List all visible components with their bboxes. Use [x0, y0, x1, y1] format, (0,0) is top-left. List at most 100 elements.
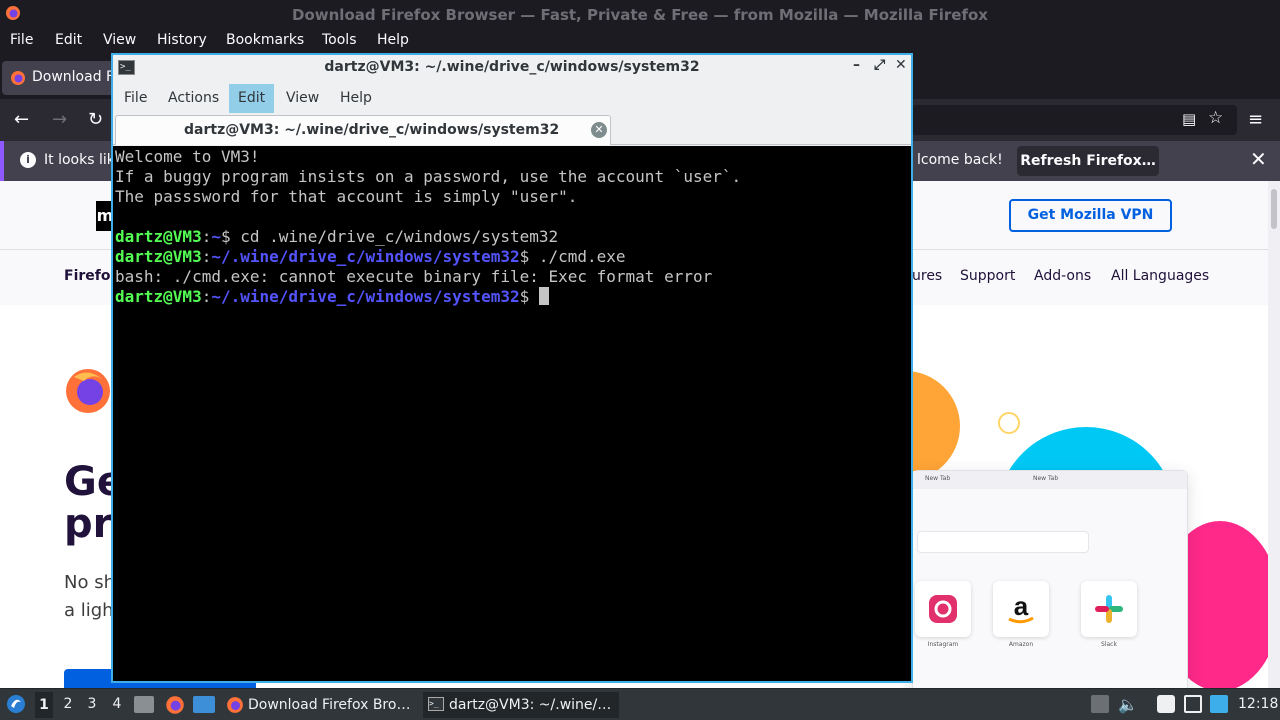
- volume-icon[interactable]: 🔈: [1118, 695, 1138, 714]
- firefox-menu-help[interactable]: Help: [377, 32, 409, 48]
- get-vpn-button[interactable]: Get Mozilla VPN: [1009, 199, 1172, 232]
- workspace-4[interactable]: 4: [108, 696, 126, 712]
- firefox-menu-tools[interactable]: Tools: [322, 32, 357, 48]
- start-menu-icon[interactable]: [6, 694, 26, 718]
- terminal-cursor: [538, 287, 549, 305]
- terminal-tab-title: dartz@VM3: ~/.wine/drive_c/windows/syste…: [184, 122, 560, 138]
- nav-item-languages[interactable]: All Languages: [1111, 268, 1209, 284]
- slack-tile: [1081, 581, 1137, 637]
- illustration-url-bar: [917, 531, 1089, 553]
- terminal-window-title: dartz@VM3: ~/.wine/drive_c/windows/syste…: [324, 59, 700, 75]
- illustration-tab: New Tab: [925, 475, 951, 482]
- page-scrollbar[interactable]: [1268, 181, 1280, 688]
- tray-update-icon[interactable]: [1091, 695, 1109, 713]
- firefox-launcher-icon[interactable]: [165, 695, 185, 719]
- back-icon[interactable]: ←: [14, 109, 29, 130]
- tile-label: Instagram: [927, 641, 959, 648]
- firefox-window-title: Download Firefox Browser — Fast, Private…: [292, 6, 988, 24]
- minimize-icon[interactable]: –: [853, 57, 860, 73]
- prompt-path: ~/.wine/drive_c/windows/system32: [211, 287, 520, 306]
- task-firefox[interactable]: Download Firefox Bro…: [222, 692, 418, 718]
- maximize-icon[interactable]: ⤢: [874, 57, 885, 73]
- firefox-tab-label: Download F: [32, 69, 115, 85]
- terminal-prompt-line: dartz@VM3:~/.wine/drive_c/windows/system…: [115, 287, 909, 307]
- prompt-command: cd .wine/drive_c/windows/system32: [230, 227, 559, 246]
- terminal-menu-actions[interactable]: Actions: [159, 84, 228, 113]
- forward-icon[interactable]: →: [52, 109, 67, 130]
- prompt-user: dartz@VM3: [115, 227, 202, 246]
- nav-item-support[interactable]: Support: [960, 268, 1015, 284]
- prompt-user: dartz@VM3: [115, 247, 202, 266]
- tab-close-icon[interactable]: ✕: [591, 122, 607, 138]
- firefox-menu-file[interactable]: File: [10, 32, 33, 48]
- firefox-menubar: File Edit View History Bookmarks Tools H…: [0, 29, 1280, 53]
- prompt-path: ~: [211, 227, 221, 246]
- terminal-output[interactable]: Welcome to VM3! If a buggy program insis…: [113, 146, 911, 681]
- refresh-firefox-button[interactable]: Refresh Firefox…: [1017, 146, 1159, 176]
- bookmark-star-icon[interactable]: ☆: [1208, 108, 1223, 128]
- instagram-tile: [915, 581, 971, 637]
- tile-label: Slack: [1101, 641, 1117, 648]
- illustration-tab: New Tab: [1033, 475, 1059, 482]
- firefox-favicon-icon: [10, 70, 26, 90]
- svg-text:a: a: [1014, 591, 1029, 621]
- amazon-tile: a: [993, 581, 1049, 637]
- decorative-ring: [998, 412, 1020, 434]
- terminal-titlebar[interactable]: >_ dartz@VM3: ~/.wine/drive_c/windows/sy…: [113, 55, 911, 82]
- terminal-tabbar: dartz@VM3: ~/.wine/drive_c/windows/syste…: [113, 114, 911, 145]
- file-manager-icon[interactable]: [134, 696, 154, 713]
- firefox-menu-history[interactable]: History: [157, 32, 207, 48]
- task-terminal[interactable]: >_ dartz@VM3: ~/.wine/…: [423, 692, 619, 718]
- terminal-tab[interactable]: dartz@VM3: ~/.wine/drive_c/windows/syste…: [115, 115, 611, 145]
- reload-icon[interactable]: ↻: [88, 109, 103, 130]
- terminal-task-icon: >_: [428, 697, 444, 711]
- workspace-3[interactable]: 3: [83, 696, 101, 712]
- terminal-line: If a buggy program insists on a password…: [115, 167, 742, 186]
- network-icon[interactable]: [1210, 695, 1228, 713]
- hero-subtitle: No sh a ligh: [64, 569, 115, 625]
- workspace-1[interactable]: 1: [35, 692, 53, 718]
- firefox-tab[interactable]: Download F: [2, 61, 120, 95]
- terminal-prompt-line: dartz@VM3:~/.wine/drive_c/windows/system…: [115, 247, 626, 266]
- firefox-menu-edit[interactable]: Edit: [55, 32, 82, 48]
- nav-item-features[interactable]: ures: [912, 268, 942, 284]
- browser-illustration: New Tab New Tab a Instagram Amazon Slack: [912, 470, 1188, 688]
- tile-label: Amazon: [1008, 641, 1034, 648]
- terminal-menu-file[interactable]: File: [115, 84, 156, 113]
- terminal-line: The passsword for that account is simply…: [115, 187, 578, 206]
- terminal-line: bash: ./cmd.exe: cannot execute binary f…: [115, 267, 713, 286]
- desktop-icon[interactable]: [193, 696, 215, 713]
- terminal-prompt-line: dartz@VM3:~$ cd .wine/drive_c/windows/sy…: [115, 227, 559, 246]
- slack-icon: [1095, 595, 1123, 623]
- illustration-tabs: New Tab New Tab: [913, 471, 1187, 489]
- hero-sub-line2: a ligh: [64, 600, 114, 621]
- close-window-icon[interactable]: ✕: [895, 57, 907, 73]
- close-icon[interactable]: ✕: [1250, 147, 1267, 171]
- firefox-menu-view[interactable]: View: [103, 32, 136, 48]
- nav-item-addons[interactable]: Add-ons: [1034, 268, 1091, 284]
- workspace-2[interactable]: 2: [59, 696, 77, 712]
- notification-text-right: lcome back!: [917, 152, 1003, 168]
- taskbar: 1 2 3 4 Download Firefox Bro… >_ dartz@V…: [0, 688, 1280, 720]
- prompt-command: ./cmd.exe: [529, 247, 626, 266]
- scrollbar-thumb[interactable]: [1271, 189, 1277, 229]
- terminal-menu-edit[interactable]: Edit: [229, 84, 275, 113]
- terminal-menu-view[interactable]: View: [277, 84, 328, 113]
- reader-view-icon[interactable]: ▤: [1182, 110, 1196, 128]
- prompt-user: dartz@VM3: [115, 287, 202, 306]
- terminal-window: >_ dartz@VM3: ~/.wine/drive_c/windows/sy…: [111, 53, 913, 683]
- hamburger-menu-icon[interactable]: ≡: [1248, 109, 1263, 130]
- terminal-line: Welcome to VM3!: [115, 147, 260, 166]
- terminal-menu-help[interactable]: Help: [331, 84, 381, 113]
- nav-brand[interactable]: Firefo: [64, 268, 110, 284]
- firefox-menu-bookmarks[interactable]: Bookmarks: [226, 32, 304, 48]
- clock: 12:18: [1238, 696, 1279, 712]
- clipboard-icon[interactable]: [1157, 695, 1175, 713]
- task-label: dartz@VM3: ~/.wine/…: [449, 697, 612, 713]
- task-label: Download Firefox Bro…: [248, 697, 411, 713]
- display-icon[interactable]: [1184, 695, 1202, 713]
- url-bar[interactable]: ▤ ☆: [912, 105, 1237, 135]
- prompt-command: [529, 287, 539, 306]
- firefox-task-icon: [226, 696, 244, 720]
